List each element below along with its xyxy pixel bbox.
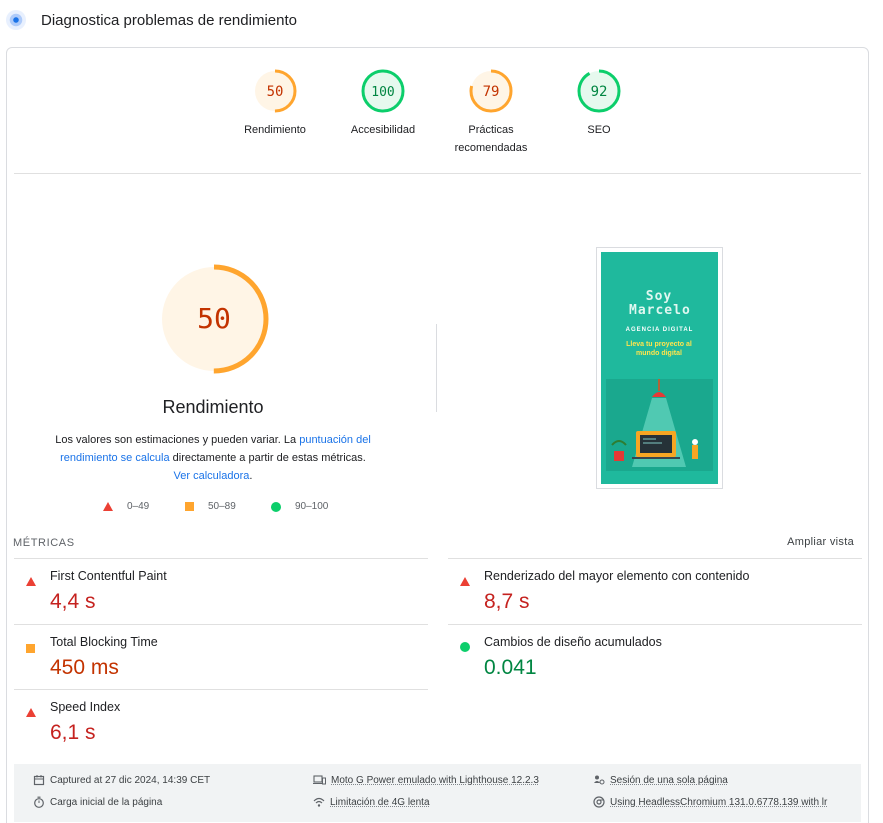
gauge-label: Prácticas recomendadas (454, 124, 528, 154)
timer-icon (34, 796, 44, 808)
screenshot-illustration (606, 379, 713, 471)
gauge-ring: 50 (253, 69, 297, 113)
screenshot-title: Soy Marcelo (629, 289, 691, 318)
legend-pass: 90–100 (271, 501, 328, 512)
metric-cls: Cambios de diseño acumulados 0.041 (448, 624, 862, 689)
user-session-icon (594, 775, 605, 785)
gauge-best-practices[interactable]: 79 Prácticas recomendadas (431, 68, 551, 157)
triangle-icon (103, 502, 113, 511)
metric-tbt: Total Blocking Time 450 ms (14, 624, 428, 689)
screenshot-phone: Soy Marcelo AGENCIA DIGITAL Lleva tu pro… (601, 252, 718, 484)
session-type[interactable]: Sesión de una sola página (593, 774, 728, 786)
devices-icon (313, 775, 326, 785)
gauge-ring: 79 (469, 69, 513, 113)
vertical-divider (436, 324, 437, 412)
performance-title: Rendimiento (162, 397, 264, 417)
fail-triangle-icon (26, 573, 36, 591)
metric-lcp: Renderizado del mayor elemento con conte… (448, 558, 862, 623)
gauge-score: 100 (371, 85, 394, 100)
gauge-accessibility[interactable]: 100 Accesibilidad (323, 68, 443, 139)
gauge-label: Rendimiento (244, 124, 306, 136)
initial-load: Carga inicial de la página (33, 796, 162, 808)
square-icon (185, 502, 194, 511)
screenshot-subtitle: AGENCIA DIGITAL (625, 327, 694, 333)
chrome-icon (593, 796, 605, 808)
expand-view-button[interactable]: Ampliar vista (787, 536, 854, 548)
category-gauges: 50 Rendimiento 100 Accesibilidad 79 Prác… (7, 48, 868, 174)
gauge-seo[interactable]: 92 SEO (539, 68, 659, 139)
calculator-link[interactable]: Ver calculadora (174, 470, 250, 482)
performance-description: Los valores son estimaciones y pueden va… (55, 434, 371, 482)
calendar-icon (33, 775, 45, 786)
metric-value: 450 ms (50, 656, 119, 679)
metric-name: First Contentful Paint (50, 569, 167, 583)
metric-name: Total Blocking Time (50, 635, 158, 649)
metrics-heading: MÉTRICAS (13, 537, 75, 549)
screenshot-tagline: Lleva tu proyecto al mundo digital (626, 341, 692, 357)
page-title: Diagnostica problemas de rendimiento (41, 12, 297, 29)
gauge-ring: 92 (577, 69, 621, 113)
legend-fail: 0–49 (103, 501, 149, 512)
metric-name: Speed Index (50, 700, 121, 714)
metric-name: Renderizado del mayor elemento con conte… (484, 569, 750, 583)
metric-value: 6,1 s (50, 721, 96, 744)
fail-triangle-icon (460, 573, 470, 591)
gauge-ring: 100 (361, 69, 405, 113)
gauge-score: 79 (483, 84, 500, 100)
network-throttling[interactable]: Limitación de 4G lenta (313, 796, 430, 808)
gauge-label: SEO (587, 124, 611, 136)
fail-triangle-icon (26, 704, 36, 722)
performance-gauge: 50 (159, 264, 269, 374)
gauge-score: 50 (267, 84, 284, 100)
metric-name: Cambios de diseño acumulados (484, 635, 662, 649)
circle-icon (271, 501, 281, 512)
browser-version[interactable]: Using HeadlessChromium 131.0.6778.139 wi… (593, 796, 827, 808)
gauge-score: 92 (591, 84, 608, 100)
pass-circle-icon (460, 639, 470, 657)
metric-fcp: First Contentful Paint 4,4 s (14, 558, 428, 623)
report-card: 50 Rendimiento 100 Accesibilidad 79 Prác… (6, 47, 869, 823)
report-header: Diagnostica problemas de rendimiento (0, 0, 883, 44)
captured-at: Captured at 27 dic 2024, 14:39 CET (33, 774, 210, 786)
performance-score: 50 (197, 302, 231, 335)
legend-average: 50–89 (185, 501, 236, 512)
metric-value: 4,4 s (50, 590, 96, 613)
divider (14, 173, 861, 174)
metric-value: 0.041 (484, 656, 537, 679)
metric-value: 8,7 s (484, 590, 530, 613)
runtime-settings: Captured at 27 dic 2024, 14:39 CET Carga… (14, 764, 861, 822)
lighthouse-icon (6, 10, 26, 30)
final-screenshot[interactable]: Soy Marcelo AGENCIA DIGITAL Lleva tu pro… (596, 247, 723, 489)
average-square-icon (26, 640, 35, 658)
gauge-label: Accesibilidad (350, 124, 416, 136)
gauge-performance[interactable]: 50 Rendimiento (215, 68, 335, 139)
wifi-icon (313, 797, 325, 807)
emulated-device[interactable]: Moto G Power emulado with Lighthouse 12.… (313, 774, 539, 786)
metric-speed-index: Speed Index 6,1 s (14, 689, 428, 754)
